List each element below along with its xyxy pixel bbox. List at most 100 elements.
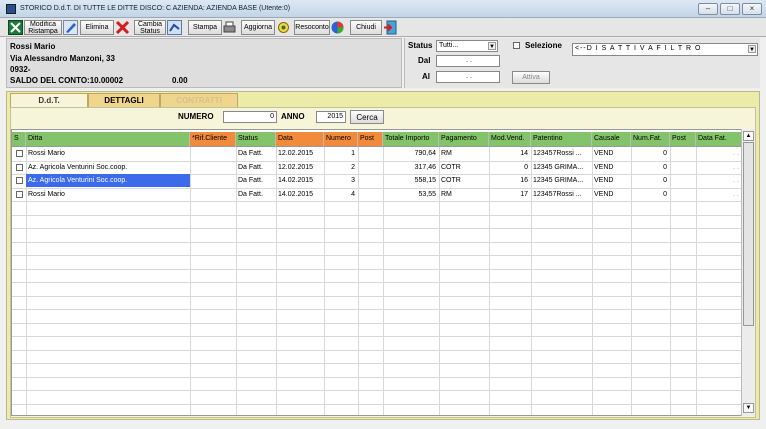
row-select-checkbox[interactable] xyxy=(16,150,23,157)
cell-numero[interactable]: 3 xyxy=(326,174,355,187)
cell-totale[interactable]: 558,15 xyxy=(385,174,436,187)
column-header-numero[interactable]: Numero xyxy=(324,132,358,147)
row-select-checkbox[interactable] xyxy=(16,177,23,184)
column-header-num-fat[interactable]: Num.Fat. xyxy=(631,132,670,147)
pie-chart-icon[interactable] xyxy=(330,20,345,35)
chiudi-button[interactable]: Chiudi xyxy=(350,20,382,35)
cell-numfat[interactable]: 0 xyxy=(633,188,667,201)
delete-icon[interactable] xyxy=(115,20,130,35)
aggiorna-button[interactable]: Aggiorna xyxy=(241,20,275,35)
cell-numero[interactable]: 2 xyxy=(326,161,355,174)
close-window-button[interactable]: × xyxy=(742,3,762,15)
cell-post2[interactable] xyxy=(672,188,693,201)
cell-data[interactable]: 12.02.2015 xyxy=(278,147,321,160)
selezione-checkbox[interactable] xyxy=(513,42,520,49)
tab-ddt[interactable]: D.d.T. xyxy=(10,93,88,107)
cerca-button[interactable]: Cerca xyxy=(350,110,384,124)
cell-numero[interactable]: 4 xyxy=(326,188,355,201)
cell-totale[interactable]: 317,46 xyxy=(385,161,436,174)
cell-patentino[interactable]: 12345 GRIMA... xyxy=(533,174,589,187)
column-header-post[interactable]: Post xyxy=(358,132,383,147)
scroll-thumb[interactable] xyxy=(743,142,754,326)
column-header-post[interactable]: Post xyxy=(670,132,696,147)
cell-pagamento[interactable]: RM xyxy=(441,147,486,160)
pencil-icon[interactable] xyxy=(63,20,78,35)
al-date-input[interactable]: . . xyxy=(436,71,500,83)
cell-pagamento[interactable]: RM xyxy=(441,188,486,201)
column-header-causale[interactable]: Causale xyxy=(592,132,631,147)
numero-input[interactable]: 0 xyxy=(223,111,277,123)
cell-post[interactable] xyxy=(360,161,380,174)
status-select[interactable]: Tutti... ▼ xyxy=(436,40,498,52)
cell-rif[interactable] xyxy=(192,188,233,201)
cell-causale[interactable]: VEND xyxy=(594,188,628,201)
column-header-data-fat[interactable]: Data Fat. xyxy=(696,132,742,147)
column-header-status[interactable]: Status xyxy=(236,132,276,147)
vertical-scrollbar[interactable]: ▲ ▼ xyxy=(741,129,755,416)
maximize-button[interactable]: □ xyxy=(720,3,740,15)
cell-ditta[interactable]: Az. Agricola Venturini Soc.coop. xyxy=(28,174,187,187)
scroll-up-icon[interactable]: ▲ xyxy=(743,131,754,141)
column-header-mod-vend[interactable]: Mod.Vend. xyxy=(489,132,531,147)
excel-icon[interactable] xyxy=(8,20,23,35)
row-select-checkbox[interactable] xyxy=(16,190,23,198)
cell-post[interactable] xyxy=(360,174,380,187)
filter-select[interactable]: <--D I S A T T I V A F I L T R O ▼ xyxy=(572,43,758,56)
cell-rif[interactable] xyxy=(192,147,233,160)
dal-date-input[interactable]: . . xyxy=(436,55,500,67)
column-header-patentino[interactable]: Patentino xyxy=(531,132,592,147)
cell-causale[interactable]: VEND xyxy=(594,174,628,187)
ddt-grid[interactable]: S Ditta *Rif.Cliente Status Data Numero Post To… xyxy=(11,129,755,416)
cell-rif[interactable] xyxy=(192,161,233,174)
column-header-ditta[interactable]: Ditta xyxy=(26,132,190,147)
cell-numero[interactable]: 1 xyxy=(326,147,355,160)
cell-pagamento[interactable]: COTR xyxy=(441,174,486,187)
cell-numfat[interactable]: 0 xyxy=(633,174,667,187)
row-select-checkbox[interactable] xyxy=(16,163,23,171)
cell-modvend[interactable]: 14 xyxy=(491,147,528,160)
cell-datafat[interactable]: . . xyxy=(698,174,739,187)
cell-post2[interactable] xyxy=(672,174,693,187)
cell-pagamento[interactable]: COTR xyxy=(441,161,486,174)
cell-status[interactable]: Da Fatt. xyxy=(238,161,273,174)
cambia-status-button[interactable]: Cambia Status xyxy=(134,20,166,35)
refresh-icon[interactable] xyxy=(276,20,291,35)
exit-door-icon[interactable] xyxy=(383,20,398,35)
cell-causale[interactable]: VEND xyxy=(594,147,628,160)
anno-input[interactable]: 2015 xyxy=(316,111,346,123)
cell-modvend[interactable]: 0 xyxy=(491,161,528,174)
cell-ditta[interactable]: Az. Agricola Venturini Soc.coop. xyxy=(28,161,187,174)
column-header-s[interactable]: S xyxy=(12,132,26,147)
cell-datafat[interactable]: . . xyxy=(698,147,739,160)
scroll-down-icon[interactable]: ▼ xyxy=(743,403,754,413)
cell-numfat[interactable]: 0 xyxy=(633,161,667,174)
column-header-rif-cliente[interactable]: *Rif.Cliente xyxy=(190,132,236,147)
cell-status[interactable]: Da Fatt. xyxy=(238,174,273,187)
cell-totale[interactable]: 53,55 xyxy=(385,188,436,201)
cell-post2[interactable] xyxy=(672,147,693,160)
cell-status[interactable]: Da Fatt. xyxy=(238,147,273,160)
cell-data[interactable]: 12.02.2015 xyxy=(278,161,321,174)
cell-modvend[interactable]: 16 xyxy=(491,174,528,187)
status-icon[interactable] xyxy=(167,20,182,35)
cell-modvend[interactable]: 17 xyxy=(491,188,528,201)
cell-ditta[interactable]: Rossi Mario xyxy=(28,147,187,160)
cell-data[interactable]: 14.02.2015 xyxy=(278,188,321,201)
tab-contratti[interactable]: CONTRATTI xyxy=(160,93,238,107)
cell-datafat[interactable]: . . xyxy=(698,161,739,174)
cell-totale[interactable]: 790,64 xyxy=(385,147,436,160)
column-header-pagamento[interactable]: Pagamento xyxy=(439,132,489,147)
cell-post[interactable] xyxy=(360,147,380,160)
stampa-button[interactable]: Stampa xyxy=(188,20,222,35)
attiva-button[interactable]: Attiva xyxy=(512,71,550,84)
printer-icon[interactable] xyxy=(222,20,237,35)
cell-datafat[interactable]: . . xyxy=(698,188,739,201)
cell-data[interactable]: 14.02.2015 xyxy=(278,174,321,187)
resoconto-button[interactable]: Resoconto xyxy=(294,20,330,35)
cell-patentino[interactable]: 123457Rossi ... xyxy=(533,147,589,160)
cell-numfat[interactable]: 0 xyxy=(633,147,667,160)
minimize-button[interactable]: – xyxy=(698,3,718,15)
elimina-button[interactable]: Elimina xyxy=(80,20,114,35)
cell-causale[interactable]: VEND xyxy=(594,161,628,174)
tab-dettagli[interactable]: DETTAGLI xyxy=(88,93,160,107)
